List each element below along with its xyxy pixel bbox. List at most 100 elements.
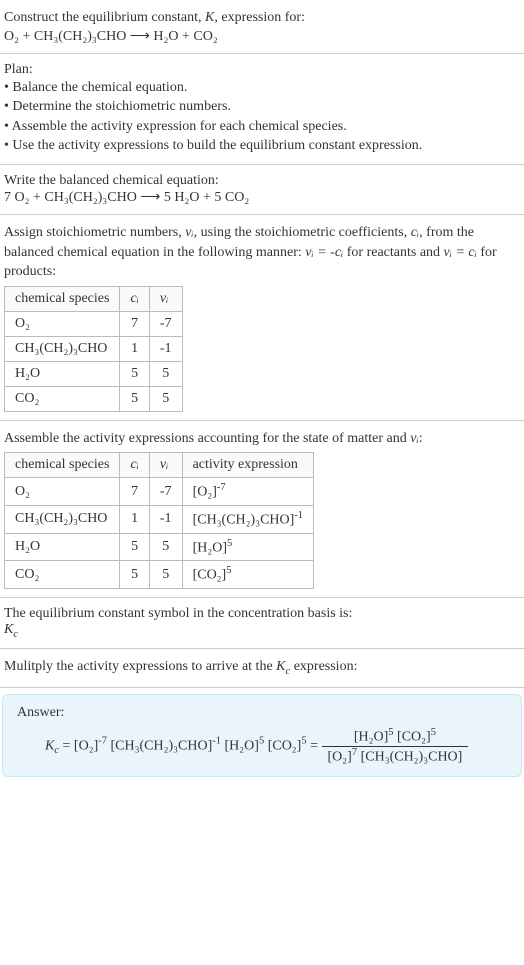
- cell-species: O₂: [5, 478, 120, 506]
- den2-base: [CH₃(CH₂)₃CHO]: [361, 750, 463, 765]
- num1-exp: 5: [388, 727, 393, 738]
- balanced-equation: 7 O₂ + CH₃(CH₂)₃CHO ⟶ 5 H₂O + 5 CO₂: [4, 189, 520, 206]
- k: K: [276, 659, 285, 674]
- table-row: CO₂ 5 5: [5, 386, 183, 411]
- assign-eq1: νᵢ = -cᵢ: [305, 245, 343, 260]
- activity-end: :: [419, 431, 423, 446]
- expr-base: [CH₃(CH₂)₃CHO]: [193, 513, 295, 528]
- cell-ci: 1: [120, 336, 149, 361]
- cell-species: CH₃(CH₂)₃CHO: [5, 506, 120, 534]
- answer-equation: Kc = [O₂]-7 [CH₃(CH₂)₃CHO]-1 [H₂O]5 [CO₂…: [17, 727, 507, 765]
- intro-prefix: Construct the equilibrium constant,: [4, 10, 205, 25]
- cell-ci: 5: [120, 561, 149, 589]
- expr-exp: -7: [217, 482, 226, 493]
- intro-suffix: , expression for:: [214, 10, 305, 25]
- denominator: [O₂]7 [CH₃(CH₂)₃CHO]: [322, 747, 469, 766]
- assign-eq2: νᵢ = cᵢ: [444, 245, 477, 260]
- term3-base: [H₂O]: [225, 739, 259, 754]
- cell-expr: [CO₂]5: [182, 561, 314, 589]
- cell-nui: 5: [149, 533, 182, 561]
- stoich-table: chemical species cᵢ νᵢ O₂ 7 -7 CH₃(CH₂)₃…: [4, 286, 183, 412]
- th-species: chemical species: [5, 286, 120, 311]
- cell-ci: 5: [120, 533, 149, 561]
- expr-base: [O₂]: [193, 485, 217, 500]
- k: K: [4, 622, 13, 637]
- cell-ci: 1: [120, 506, 149, 534]
- plan-item: • Balance the chemical equation.: [4, 78, 520, 98]
- den1-exp: 7: [352, 747, 357, 758]
- cell-expr: [CH₃(CH₂)₃CHO]-1: [182, 506, 314, 534]
- cell-nui: 5: [149, 561, 182, 589]
- cell-nui: -1: [149, 336, 182, 361]
- k-symbol: K: [205, 10, 214, 25]
- kc-symbol: Kc: [4, 622, 520, 640]
- intro-line1: Construct the equilibrium constant, K, e…: [4, 8, 520, 28]
- table-row: CH₃(CH₂)₃CHO 1 -1 [CH₃(CH₂)₃CHO]-1: [5, 506, 314, 534]
- cell-nui: -7: [149, 311, 182, 336]
- th-species: chemical species: [5, 453, 120, 478]
- equals2: =: [307, 739, 322, 754]
- plan-item: • Use the activity expressions to build …: [4, 136, 520, 156]
- cell-species: CO₂: [5, 561, 120, 589]
- cell-nui: -1: [149, 506, 182, 534]
- intro-section: Construct the equilibrium constant, K, e…: [0, 0, 524, 54]
- term1-exp: -7: [98, 736, 107, 747]
- cell-expr: [H₂O]5: [182, 533, 314, 561]
- expr-exp: 5: [226, 565, 231, 576]
- th-expr: activity expression: [182, 453, 314, 478]
- activity-section: Assemble the activity expressions accoun…: [0, 421, 524, 598]
- table-row: O₂ 7 -7 [O₂]-7: [5, 478, 314, 506]
- symbol-text: The equilibrium constant symbol in the c…: [4, 606, 520, 622]
- cell-nui: -7: [149, 478, 182, 506]
- multiply-section: Mulitply the activity expressions to arr…: [0, 649, 524, 688]
- den1-base: [O₂]: [328, 750, 352, 765]
- nu-i: νᵢ: [410, 431, 418, 446]
- table-row: O₂ 7 -7: [5, 311, 183, 336]
- table-row: CO₂ 5 5 [CO₂]5: [5, 561, 314, 589]
- expr-exp: 5: [227, 538, 232, 549]
- cell-ci: 7: [120, 311, 149, 336]
- k: K: [45, 739, 54, 754]
- multiply-end: expression:: [290, 659, 357, 674]
- assign-mid1: , using the stoichiometric coefficients,: [194, 225, 411, 240]
- table-row: chemical species cᵢ νᵢ activity expressi…: [5, 453, 314, 478]
- table-row: CH₃(CH₂)₃CHO 1 -1: [5, 336, 183, 361]
- cell-species: H₂O: [5, 533, 120, 561]
- expr-base: [CO₂]: [193, 568, 227, 583]
- nu-i: νᵢ: [185, 225, 193, 240]
- assign-text: Assign stoichiometric numbers, νᵢ, using…: [4, 223, 520, 282]
- num2-exp: 5: [431, 727, 436, 738]
- plan-item: • Assemble the activity expression for e…: [4, 117, 520, 137]
- cell-species: O₂: [5, 311, 120, 336]
- c-i: cᵢ: [411, 225, 419, 240]
- plan-section: Plan: • Balance the chemical equation. •…: [0, 54, 524, 165]
- c-sub: c: [13, 629, 18, 640]
- term2-exp: -1: [212, 736, 221, 747]
- cell-species: H₂O: [5, 361, 120, 386]
- cell-nui: 5: [149, 361, 182, 386]
- term1-base: [O₂]: [74, 739, 98, 754]
- cell-species: CO₂: [5, 386, 120, 411]
- table-row: chemical species cᵢ νᵢ: [5, 286, 183, 311]
- intro-equation: O₂ + CH₃(CH₂)₃CHO ⟶ H₂O + CO₂: [4, 28, 520, 45]
- table-row: H₂O 5 5: [5, 361, 183, 386]
- num2-base: [CO₂]: [397, 730, 431, 745]
- plan-title: Plan:: [4, 62, 520, 78]
- answer-label: Answer:: [17, 705, 507, 721]
- plan-item: • Determine the stoichiometric numbers.: [4, 97, 520, 117]
- num1-base: [H₂O]: [354, 730, 388, 745]
- equals: =: [59, 739, 74, 754]
- activity-prefix: Assemble the activity expressions accoun…: [4, 431, 410, 446]
- balanced-title: Write the balanced chemical equation:: [4, 173, 520, 189]
- th-ci: cᵢ: [120, 286, 149, 311]
- table-row: H₂O 5 5 [H₂O]5: [5, 533, 314, 561]
- activity-table: chemical species cᵢ νᵢ activity expressi…: [4, 452, 314, 589]
- th-nui: νᵢ: [149, 286, 182, 311]
- th-nui: νᵢ: [149, 453, 182, 478]
- balanced-section: Write the balanced chemical equation: 7 …: [0, 165, 524, 215]
- cell-ci: 5: [120, 386, 149, 411]
- term3-exp: 5: [259, 736, 264, 747]
- cell-ci: 5: [120, 361, 149, 386]
- cell-species: CH₃(CH₂)₃CHO: [5, 336, 120, 361]
- assign-prefix: Assign stoichiometric numbers,: [4, 225, 185, 240]
